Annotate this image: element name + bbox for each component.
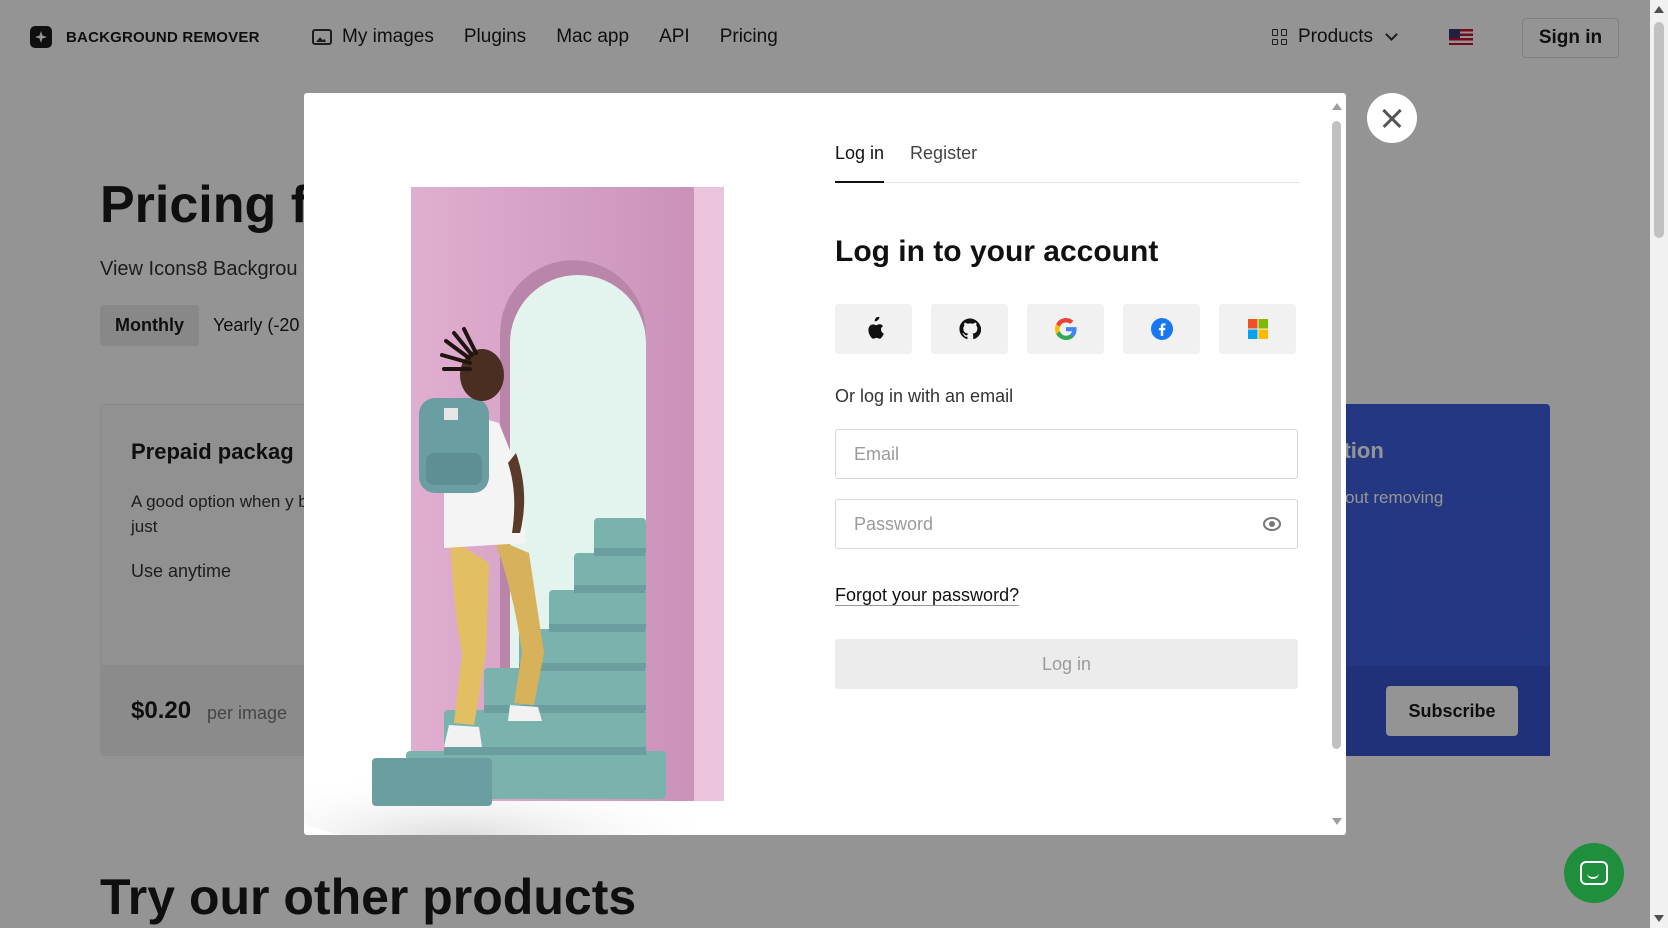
scroll-down-icon[interactable] — [1654, 915, 1664, 922]
chat-button[interactable] — [1564, 843, 1624, 903]
log-in-button[interactable]: Log in — [835, 639, 1298, 689]
microsoft-icon — [1247, 319, 1268, 339]
modal-title: Log in to your account — [835, 235, 1159, 268]
login-modal: Log in Register Log in to your account O… — [304, 93, 1346, 835]
microsoft-login-button[interactable] — [1219, 304, 1296, 354]
facebook-login-button[interactable] — [1123, 304, 1200, 354]
stairs-illustration — [304, 187, 734, 835]
apple-icon — [867, 317, 884, 339]
scrollbar-thumb[interactable] — [1654, 22, 1664, 238]
chat-icon — [1580, 861, 1608, 885]
scroll-down-icon[interactable] — [1332, 818, 1342, 825]
social-login-buttons — [835, 304, 1296, 354]
github-login-button[interactable] — [931, 304, 1008, 354]
google-login-button[interactable] — [1027, 304, 1104, 354]
tab-log-in[interactable]: Log in — [835, 141, 885, 183]
password-input[interactable] — [836, 500, 1297, 548]
page-scrollbar[interactable] — [1650, 0, 1668, 928]
facebook-icon — [1150, 318, 1173, 340]
scroll-up-icon[interactable] — [1654, 6, 1664, 13]
email-field[interactable] — [835, 429, 1298, 479]
scrollbar-thumb[interactable] — [1332, 121, 1341, 749]
close-modal-button[interactable] — [1367, 93, 1417, 143]
email-input[interactable] — [836, 430, 1297, 478]
apple-login-button[interactable] — [835, 304, 912, 354]
auth-tabs: Log in Register — [835, 141, 1300, 183]
eye-icon[interactable] — [1263, 517, 1281, 531]
forgot-password-link[interactable]: Forgot your password? — [835, 585, 1019, 606]
modal-scrollbar[interactable] — [1328, 93, 1346, 835]
password-field[interactable] — [835, 499, 1298, 549]
email-login-caption: Or log in with an email — [835, 386, 1014, 406]
tab-register[interactable]: Register — [910, 141, 977, 183]
github-icon — [958, 318, 981, 340]
google-icon — [1054, 318, 1077, 340]
scroll-up-icon[interactable] — [1332, 103, 1342, 110]
